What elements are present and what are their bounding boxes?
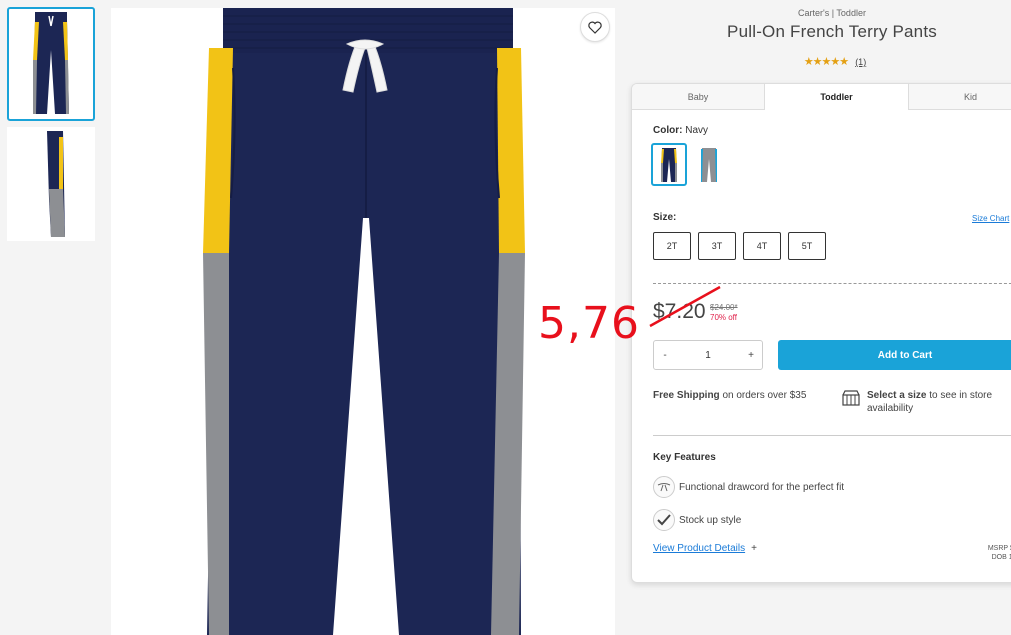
- divider: [653, 435, 1011, 436]
- divider: [653, 283, 1011, 284]
- size-option-4t[interactable]: 4T: [743, 232, 781, 260]
- shipping-text: on orders over $35: [719, 390, 807, 401]
- sale-price: $7.20: [653, 300, 706, 323]
- msrp-line: MSRP $24.00*: [987, 545, 1011, 552]
- color-swatch-gray[interactable]: [691, 143, 727, 186]
- color-swatch-navy[interactable]: [651, 143, 687, 186]
- expand-plus-icon[interactable]: +: [751, 543, 757, 554]
- size-option-3t[interactable]: 3T: [698, 232, 736, 260]
- key-features-title: Key Features: [653, 452, 716, 463]
- color-label-title: Color:: [653, 125, 683, 136]
- drawcord-icon: [653, 476, 675, 498]
- gray-pants-swatch-image: [701, 147, 717, 182]
- feature-text: Stock up style: [679, 514, 742, 526]
- favorite-button[interactable]: [580, 12, 610, 42]
- pants-front-thumb-image: [33, 12, 69, 114]
- heart-icon: [588, 21, 602, 34]
- color-value: Navy: [685, 125, 709, 136]
- view-product-details-link[interactable]: View Product Details +: [653, 543, 757, 554]
- rating-stars-icon: ★★★★★: [803, 56, 849, 68]
- store-bold[interactable]: Select a size: [867, 390, 926, 401]
- product-title: Pull-On French Terry Pants: [727, 22, 937, 41]
- quantity-decrease-button[interactable]: -: [654, 350, 676, 361]
- feature-item: Functional drawcord for the perfect fit: [653, 476, 844, 498]
- details-link-text[interactable]: View Product Details: [653, 543, 745, 554]
- feature-item: Stock up style: [653, 509, 741, 531]
- product-page: Carter's | Toddler Pull-On French Terry …: [0, 0, 1011, 635]
- feature-text: Functional drawcord for the perfect fit: [679, 481, 845, 493]
- msrp-info: MSRP $24.00* DOB 10/2019: [944, 544, 1011, 562]
- tab-toddler[interactable]: Toddler: [765, 84, 909, 110]
- add-to-cart-button[interactable]: Add to Cart: [778, 340, 1011, 370]
- quantity-stepper[interactable]: - 1 +: [653, 340, 763, 370]
- quantity-value[interactable]: 1: [676, 350, 740, 361]
- dob-line: DOB 10/2019: [991, 554, 1011, 561]
- original-price: $24.00*: [710, 303, 738, 312]
- checkmark-icon: [653, 509, 675, 531]
- product-brand[interactable]: Carter's | Toddler: [720, 8, 944, 18]
- size-label: Size:: [653, 212, 677, 223]
- pants-side-thumb-image: [47, 131, 65, 237]
- store-icon: [842, 390, 860, 406]
- color-label: Color: Navy: [653, 125, 708, 136]
- discount-label: 70% off: [710, 313, 737, 322]
- review-count-link[interactable]: (1): [855, 57, 866, 67]
- thumbnail-front[interactable]: [7, 7, 95, 121]
- annotated-price-text: 5,76: [538, 298, 640, 349]
- purchase-panel: Baby Toddler Kid Color: Navy Size: Size …: [631, 83, 1011, 583]
- size-range-tabs: Baby Toddler Kid: [632, 84, 1011, 110]
- store-availability: Select a size to see in store availabili…: [867, 389, 1011, 415]
- thumbnail-side[interactable]: [7, 127, 95, 241]
- tab-baby[interactable]: Baby: [632, 84, 765, 110]
- shipping-bold: Free Shipping: [653, 390, 720, 401]
- size-option-2t[interactable]: 2T: [653, 232, 691, 260]
- size-option-5t[interactable]: 5T: [788, 232, 826, 260]
- quantity-increase-button[interactable]: +: [740, 350, 762, 361]
- shipping-info: Free Shipping on orders over $35: [653, 389, 823, 402]
- tab-kid[interactable]: Kid: [909, 84, 1011, 110]
- product-rating: ★★★★★ (1): [760, 55, 910, 68]
- size-chart-link[interactable]: Size Chart: [972, 214, 1009, 223]
- navy-pants-swatch-image: [661, 147, 677, 182]
